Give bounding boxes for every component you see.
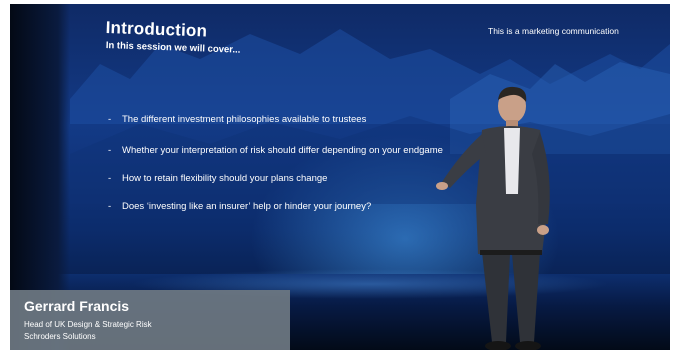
bullet-marker: -: [108, 145, 112, 156]
bullet-item: - How to retain flexibility should your p…: [108, 173, 327, 184]
bullet-marker: -: [108, 201, 112, 212]
speaker-role: Head of UK Design & Strategic Risk: [24, 320, 152, 329]
speaker-name: Gerrard Francis: [24, 298, 130, 314]
bullet-text: Whether your interpretation of risk shou…: [122, 145, 443, 156]
bullet-item: - The different investment philosophies a…: [108, 114, 366, 125]
bullet-item: - Does ‘investing like an insurer’ help o…: [108, 201, 371, 212]
bullet-marker: -: [108, 114, 112, 125]
bullet-text: Does ‘investing like an insurer’ help or…: [122, 201, 372, 212]
bullet-item: - Whether your interpretation of risk sho…: [108, 145, 443, 156]
speaker-organization: Schroders Solutions: [24, 332, 96, 341]
speaker-lower-third: Gerrard Francis Head of UK Design & Stra…: [10, 290, 290, 350]
presenter-figure: [436, 86, 550, 350]
bullet-marker: -: [108, 173, 112, 184]
marketing-disclaimer: This is a marketing communication: [488, 26, 619, 36]
bullet-text: The different investment philosophies av…: [122, 114, 367, 125]
slide-title: Introduction: [105, 18, 208, 41]
bullet-text: How to retain flexibility should your pl…: [122, 173, 328, 184]
